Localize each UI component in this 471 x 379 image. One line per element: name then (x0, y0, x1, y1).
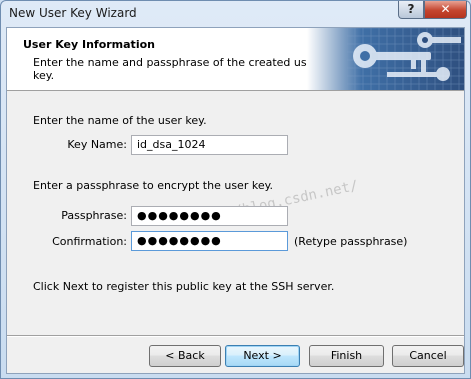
window-title: New User Key Wizard (9, 6, 137, 20)
close-button[interactable]: ✕ (424, 1, 467, 19)
register-note: Click Next to register this public key a… (33, 280, 335, 293)
keys-icon (307, 28, 464, 90)
next-button[interactable]: Next > (225, 345, 300, 367)
wizard-header: User Key Information Enter the name and … (7, 28, 464, 91)
finish-button[interactable]: Finish (309, 345, 384, 367)
page-description: Enter the name and passphrase of the cre… (33, 56, 318, 82)
key-name-label: Key Name: (67, 138, 127, 151)
passphrase-prompt: Enter a passphrase to encrypt the user k… (33, 179, 274, 192)
button-separator (7, 335, 464, 337)
back-button[interactable]: < Back (149, 345, 221, 367)
help-icon: ? (407, 2, 415, 16)
key-name-input[interactable]: id_dsa_1024 (131, 135, 288, 155)
help-button[interactable]: ? (398, 1, 424, 19)
wizard-content: User Key Information Enter the name and … (6, 27, 465, 374)
name-prompt: Enter the name of the user key. (33, 114, 207, 127)
confirmation-label: Confirmation: (52, 235, 127, 248)
title-bar[interactable]: New User Key Wizard ? ✕ (1, 1, 470, 26)
close-icon: ✕ (440, 2, 451, 16)
passphrase-input[interactable]: ●●●●●●●● (131, 206, 288, 226)
page-title: User Key Information (23, 38, 155, 51)
cancel-button[interactable]: Cancel (392, 345, 464, 367)
wizard-window: New User Key Wizard ? ✕ User Key Informa… (0, 0, 471, 379)
retype-hint: (Retype passphrase) (294, 235, 408, 248)
confirmation-input[interactable]: ●●●●●●●● (131, 231, 288, 251)
passphrase-label: Passphrase: (61, 209, 127, 222)
